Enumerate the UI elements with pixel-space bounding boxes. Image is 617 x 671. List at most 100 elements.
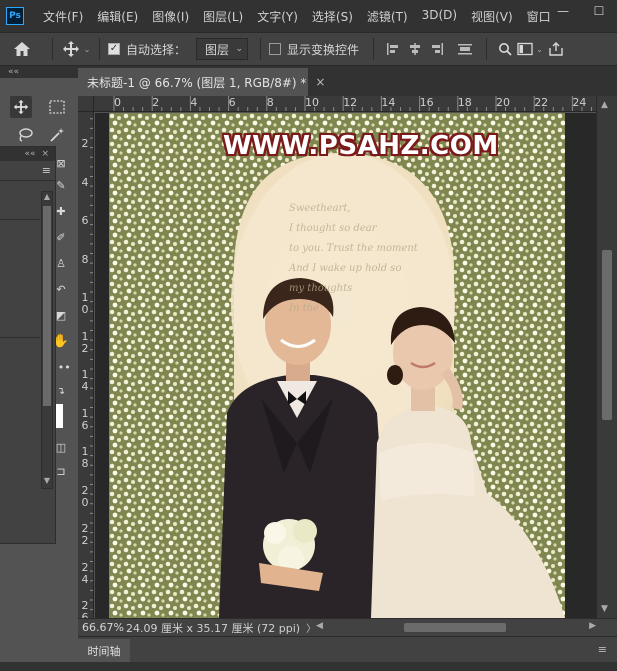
panel-close-button[interactable]: × (41, 149, 49, 159)
menu-file[interactable]: 文件(F) (36, 8, 90, 25)
zoom-level-field[interactable]: 66.67% (78, 621, 126, 634)
vertical-ruler[interactable]: 2 4 6 8 1 0 1 2 1 4 1 6 1 8 2 0 2 2 2 4 2 6 (78, 112, 94, 618)
horizontal-scroll-thumb[interactable] (404, 623, 506, 632)
menu-filter[interactable]: 滤镜(T) (360, 8, 415, 25)
ruler-label: 6 (228, 96, 236, 109)
ruler-label: 1 4 (81, 368, 89, 393)
panel-header: «« × (0, 147, 55, 161)
photo-illustration (109, 113, 565, 618)
separator (99, 38, 100, 60)
align-left-button[interactable] (382, 37, 404, 61)
toolbar-collapse[interactable]: «« (0, 66, 78, 78)
script-line: In the (289, 303, 319, 314)
scroll-down-icon[interactable]: ▼ (42, 476, 52, 488)
auto-select-target-dropdown[interactable]: 图层 ⌄ (196, 38, 249, 60)
script-overlay: Sweetheart, I thought so dear to you. Tr… (289, 199, 479, 319)
home-button[interactable] (0, 37, 44, 61)
scroll-right-icon[interactable]: ▶ (589, 621, 596, 631)
menu-layer[interactable]: 图层(L) (196, 8, 250, 25)
distribute-icon (458, 44, 473, 55)
script-line: my thoughts (289, 283, 353, 294)
dropdown-value: 图层 (205, 42, 230, 57)
separator (373, 38, 375, 60)
window-bottom-edge (0, 662, 617, 671)
brush-icon: ✐ (56, 230, 66, 244)
script-line: to you. Trust the moment (289, 243, 418, 254)
ruler-label: 18 (457, 96, 472, 109)
panel-scrollbar[interactable]: ▲ ▼ (41, 191, 53, 489)
status-bar: 66.67% 24.09 厘米 x 35.17 厘米 (72 ppi) 〉 ◀ … (78, 618, 617, 636)
eyedropper-icon: ✎ (56, 178, 66, 192)
ruler-origin[interactable] (78, 96, 94, 112)
ruler-label: 4 (190, 96, 198, 109)
ruler-label: 2 2 (81, 522, 89, 547)
move-icon (62, 41, 79, 57)
crop-icon: ⊠ (56, 156, 66, 170)
show-transform-checkbox[interactable] (269, 43, 282, 55)
background-color-swatch[interactable] (55, 404, 63, 428)
panel-divider (0, 337, 40, 338)
menu-edit[interactable]: 编辑(E) (90, 8, 145, 25)
move-tool[interactable] (10, 96, 32, 118)
maximize-button[interactable]: ☐ (581, 0, 617, 22)
separator (52, 38, 53, 60)
canvas-vertical-scrollbar[interactable]: ▲ ▼ (596, 96, 617, 618)
screen-mode-icon: ⊐ (56, 464, 66, 478)
panel-collapse-button[interactable]: «« (24, 149, 35, 159)
timeline-tab[interactable]: 时间轴 (78, 639, 130, 663)
marquee-tool[interactable] (46, 96, 68, 118)
canvas-area[interactable]: Sweetheart, I thought so dear to you. Tr… (95, 113, 596, 618)
align-center-button[interactable] (404, 37, 426, 61)
ruler-label: 12 (343, 96, 358, 109)
menu-view[interactable]: 视图(V) (464, 8, 520, 25)
canvas-horizontal-scrollbar[interactable]: ◀ ▶ (310, 621, 596, 633)
history-brush-icon: ↶ (56, 282, 66, 296)
auto-select-label: 自动选择： (126, 42, 187, 57)
document-tab[interactable]: 未标题-1 @ 66.7% (图层 1, RGB/8#) * × (78, 68, 325, 96)
scroll-up-icon[interactable]: ▲ (601, 100, 608, 110)
align-right-button[interactable] (426, 37, 448, 61)
close-tab-button[interactable]: × (315, 75, 325, 89)
eraser-icon: ◩ (55, 308, 67, 322)
ruler-label: 2 (152, 96, 160, 109)
scroll-down-icon[interactable]: ▼ (601, 604, 608, 614)
magic-wand-tool[interactable] (46, 124, 68, 146)
auto-select-checkbox[interactable]: ✓ (108, 43, 120, 55)
panel-scroll-thumb[interactable] (43, 206, 51, 406)
lasso-tool[interactable] (14, 124, 36, 146)
timeline-panel: 时间轴 ≡ (78, 636, 617, 663)
ruler-label: 10 (305, 96, 319, 109)
menu-type[interactable]: 文字(Y) (250, 8, 305, 25)
horizontal-ruler[interactable]: 0 2 4 6 8 10 12 14 16 18 20 22 24 (94, 96, 596, 112)
document-size-info[interactable]: 24.09 厘米 x 35.17 厘米 (72 ppi) (126, 620, 300, 636)
menu-image[interactable]: 图像(I) (145, 8, 196, 25)
bandage-icon: ✚ (56, 204, 66, 218)
rectangle-marquee-icon (49, 100, 65, 114)
ruler-label: 4 (81, 175, 89, 189)
ruler-label: 2 (81, 137, 89, 150)
search-button[interactable] (495, 37, 515, 61)
ruler-label: 2 0 (81, 483, 89, 509)
timeline-menu-button[interactable]: ≡ (598, 643, 607, 656)
move-tool-preset-button[interactable]: ⌄ (61, 37, 91, 61)
photoshop-logo[interactable]: Ps (6, 7, 24, 25)
share-button[interactable] (545, 37, 567, 61)
scroll-left-icon[interactable]: ◀ (316, 621, 323, 631)
scroll-up-icon[interactable]: ▲ (42, 192, 52, 204)
distribute-button[interactable] (452, 37, 478, 61)
wedding-photo[interactable]: Sweetheart, I thought so dear to you. Tr… (109, 113, 565, 618)
options-bar: ⌄ ✓ 自动选择： 图层 ⌄ 显示变换控件 ⌄ (0, 32, 617, 66)
workspace-button[interactable]: ⌄ (515, 37, 545, 61)
vertical-scroll-thumb[interactable] (602, 250, 612, 420)
document-tab-title: 未标题-1 @ 66.7% (图层 1, RGB/8#) * (87, 75, 307, 90)
align-right-icon (432, 43, 444, 55)
ruler-label: 8 (81, 252, 89, 266)
menu-3d[interactable]: 3D(D) (415, 8, 464, 25)
show-transform-label: 显示变换控件 (287, 42, 360, 57)
panel-tabbar: ≡ (0, 161, 55, 181)
panel-menu-button[interactable]: ≡ (42, 164, 51, 177)
menu-bar: Ps 文件(F) 编辑(E) 图像(I) 图层(L) 文字(Y) 选择(S) 滤… (0, 0, 617, 32)
menu-select[interactable]: 选择(S) (305, 8, 360, 25)
minimize-button[interactable]: — (545, 0, 581, 22)
separator (260, 38, 262, 60)
